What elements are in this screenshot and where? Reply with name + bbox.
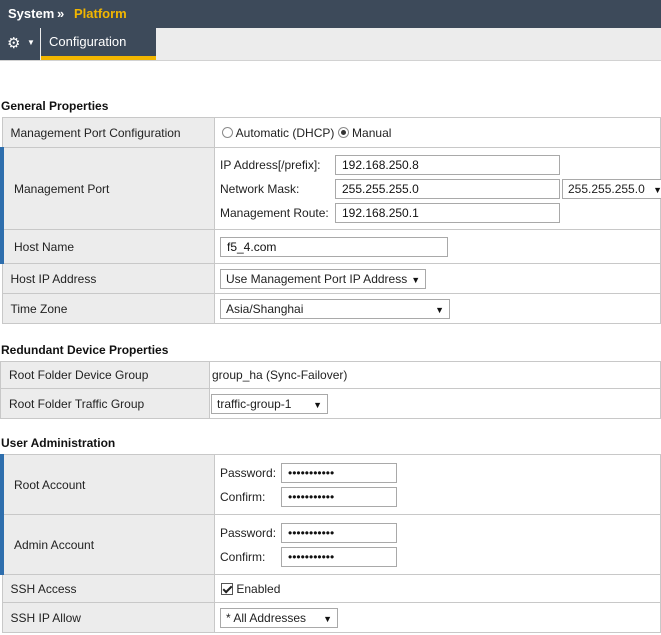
row-traffic-group: Root Folder Traffic Group traffic-group-… (0, 388, 661, 419)
user-admin-table: Root Account Password: ••••••••••• Confi… (0, 454, 661, 633)
ssh-allow-label: SSH IP Allow (1, 602, 215, 633)
breadcrumb: System » Platform (0, 0, 661, 28)
row-ssh-allow: SSH IP Allow * All Addresses ▼ (1, 602, 661, 633)
timezone-label: Time Zone (1, 293, 215, 324)
mgmt-route-input[interactable]: 192.168.250.1 (335, 202, 560, 223)
ssh-allow-cell: * All Addresses ▼ (214, 602, 661, 633)
breadcrumb-separator: » (57, 6, 65, 21)
root-confirm-input[interactable]: ••••••••••• (281, 486, 397, 507)
row-host-ip: Host IP Address Use Management Port IP A… (1, 263, 661, 294)
root-account-label: Root Account (0, 454, 215, 515)
admin-password-label: Password: (220, 525, 277, 540)
radio-dhcp-label: Automatic (DHCP) (235, 125, 335, 140)
host-ip-select[interactable]: Use Management Port IP Address ▼ (220, 268, 427, 289)
radio-manual-label: Manual (352, 125, 392, 140)
traffic-group-select-value: traffic-group-1 (217, 396, 292, 411)
network-mask-select-value: 255.255.255.0 (568, 181, 645, 196)
ssh-allow-select[interactable]: * All Addresses ▼ (220, 607, 338, 628)
traffic-group-label: Root Folder Traffic Group (0, 388, 210, 419)
root-account-fields: Password: ••••••••••• Confirm: •••••••••… (214, 454, 661, 515)
host-ip-label: Host IP Address (1, 263, 215, 294)
row-timezone: Time Zone Asia/Shanghai ▼ (1, 293, 661, 324)
section-title-general: General Properties (1, 99, 109, 113)
admin-password-input[interactable]: ••••••••••• (281, 522, 397, 543)
mgmt-config-options: Automatic (DHCP) Manual (214, 117, 661, 148)
row-ssh-access: SSH Access Enabled (1, 574, 661, 603)
device-group-label: Root Folder Device Group (0, 361, 210, 389)
ip-address-label: IP Address[/prefix]: (220, 157, 321, 172)
chevron-down-icon: ▼ (27, 38, 35, 47)
admin-account-label: Admin Account (0, 514, 215, 575)
network-mask-label: Network Mask: (220, 181, 300, 196)
mgmt-config-label: Management Port Configuration (1, 117, 215, 148)
timezone-select[interactable]: Asia/Shanghai ▼ (220, 298, 450, 319)
traffic-group-select[interactable]: traffic-group-1 ▼ (211, 393, 328, 414)
admin-account-fields: Password: ••••••••••• Confirm: •••••••••… (214, 514, 661, 575)
network-mask-select[interactable]: 255.255.255.0 ▼ (562, 178, 661, 199)
root-confirm-label: Confirm: (220, 489, 266, 504)
mgmt-route-label: Management Route: (220, 205, 329, 220)
tab-configuration[interactable]: Configuration (41, 28, 156, 60)
row-hostname: Host Name f5_4.com (0, 229, 661, 264)
toolbar: ⚙ ▼ Configuration (0, 28, 661, 61)
admin-password-row: Password: ••••••••••• (215, 521, 660, 545)
gear-icon: ⚙ (7, 35, 21, 52)
redundant-properties-table: Root Folder Device Group group_ha (Sync-… (0, 361, 661, 419)
ssh-enabled-checkbox[interactable] (221, 582, 233, 595)
row-mgmt-config: Management Port Configuration Automatic … (1, 117, 661, 148)
hostname-label: Host Name (0, 229, 215, 264)
network-mask-row: Network Mask: 255.255.255.0 255.255.255.… (215, 177, 661, 201)
breadcrumb-system[interactable]: System (8, 6, 54, 21)
admin-confirm-input[interactable]: ••••••••••• (281, 546, 397, 567)
general-properties-table: Management Port Configuration Automatic … (0, 117, 661, 324)
chevron-down-icon: ▼ (323, 613, 332, 624)
mgmt-route-row: Management Route: 192.168.250.1 (215, 201, 660, 225)
ip-address-input[interactable]: 192.168.250.8 (335, 154, 560, 175)
ssh-enabled-label: Enabled (236, 581, 281, 596)
chevron-down-icon: ▼ (435, 304, 444, 315)
hostname-cell: f5_4.com (214, 229, 661, 264)
radio-manual[interactable] (337, 126, 349, 138)
admin-confirm-label: Confirm: (220, 549, 266, 564)
traffic-group-cell: traffic-group-1 ▼ (209, 388, 661, 419)
chevron-down-icon: ▼ (653, 184, 661, 195)
row-mgmt-port: Management Port IP Address[/prefix]: 192… (0, 147, 661, 230)
section-title-redundant: Redundant Device Properties (1, 343, 169, 357)
timezone-cell: Asia/Shanghai ▼ (214, 293, 661, 324)
ssh-access-cell: Enabled (214, 574, 661, 603)
row-admin-account: Admin Account Password: ••••••••••• Conf… (0, 514, 661, 575)
timezone-select-value: Asia/Shanghai (226, 301, 304, 316)
ssh-allow-select-value: * All Addresses (226, 610, 307, 625)
tab-configuration-label: Configuration (49, 34, 127, 49)
row-root-account: Root Account Password: ••••••••••• Confi… (0, 454, 661, 515)
gear-menu-button[interactable]: ⚙ ▼ (0, 28, 40, 60)
mgmt-port-label: Management Port (0, 147, 215, 230)
root-password-input[interactable]: ••••••••••• (281, 462, 397, 483)
mgmt-port-fields: IP Address[/prefix]: 192.168.250.8 Netwo… (214, 147, 661, 230)
chevron-down-icon: ▼ (411, 274, 421, 285)
admin-confirm-row: Confirm: ••••••••••• (215, 545, 660, 569)
section-title-users: User Administration (1, 436, 116, 450)
network-mask-input[interactable]: 255.255.255.0 (335, 178, 560, 199)
row-device-group: Root Folder Device Group group_ha (Sync-… (0, 361, 661, 389)
breadcrumb-platform[interactable]: Platform (74, 6, 127, 21)
radio-dhcp[interactable] (222, 126, 233, 138)
active-tab-indicator (41, 56, 156, 60)
chevron-down-icon: ▼ (313, 399, 322, 410)
host-ip-cell: Use Management Port IP Address ▼ (214, 263, 661, 294)
host-ip-select-value: Use Management Port IP Address (226, 271, 408, 286)
ssh-access-label: SSH Access (1, 574, 215, 603)
device-group-value: group_ha (Sync-Failover) (209, 361, 661, 389)
root-password-row: Password: ••••••••••• (215, 461, 660, 485)
hostname-input[interactable]: f5_4.com (220, 236, 448, 257)
root-password-label: Password: (220, 465, 277, 480)
ip-address-row: IP Address[/prefix]: 192.168.250.8 (215, 153, 660, 177)
root-confirm-row: Confirm: ••••••••••• (215, 485, 660, 509)
